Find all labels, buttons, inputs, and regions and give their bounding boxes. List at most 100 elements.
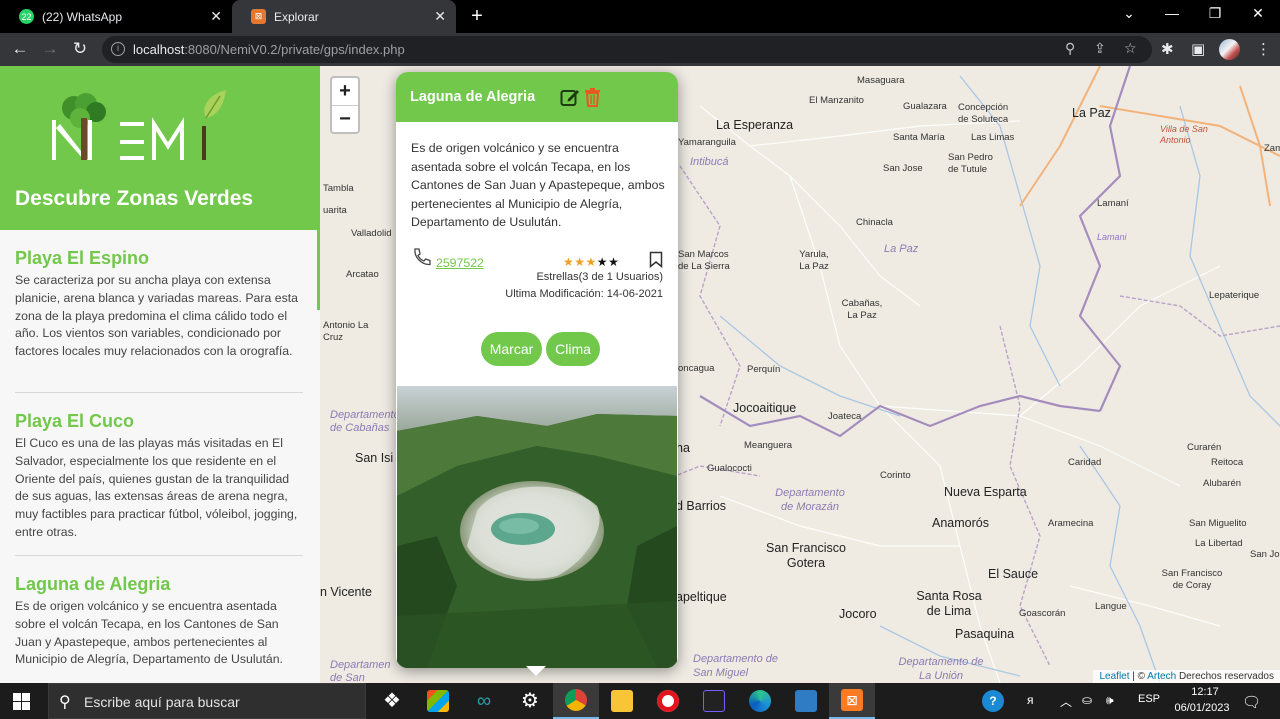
help-icon[interactable]: ? [982,690,1004,712]
taskbar-dropbox[interactable]: ❖ [369,683,415,719]
edit-icon[interactable] [560,87,580,107]
map-label: San Miguelito [1189,518,1247,529]
map-label: San Marcos de La Sierra [678,249,730,272]
map-label: La Paz [1072,106,1111,120]
taskbar-chrome[interactable] [553,683,599,719]
place-item[interactable]: Laguna de Alegria Es de origen volcánico… [15,574,303,669]
map-label: Departamento de San Miguel [693,653,778,679]
chrome-icon [565,689,587,711]
new-tab-button[interactable]: + [466,4,488,28]
side-panel-icon[interactable]: ▣ [1191,40,1205,58]
zoom-in-button[interactable]: + [332,78,358,105]
star-filled-icon[interactable]: ★ [563,255,574,269]
leaflet-link[interactable]: Leaflet [1099,671,1129,682]
taskbar-remote[interactable] [783,683,829,719]
map-label: Alubarén [1203,478,1242,489]
restore-button[interactable]: ❐ [1205,5,1225,22]
back-button[interactable]: ← [9,38,31,60]
close-window-button[interactable]: ✕ [1248,5,1268,22]
close-tab-icon[interactable]: ✕ [210,8,222,25]
taskbar-explorer[interactable] [599,683,645,719]
popup-tip [526,666,546,676]
map-label: Arcatao [346,269,379,280]
tray-chevron-icon[interactable]: ︿ [1060,693,1072,710]
language-indicator[interactable]: ESP [1138,693,1160,705]
popup-title: Laguna de Alegria [410,89,536,105]
forward-button[interactable]: → [39,38,61,60]
mark-button[interactable]: Marcar [481,332,542,366]
trash-icon[interactable] [584,87,601,107]
notifications-icon[interactable]: 🗨 [1242,693,1261,711]
bookmark-star-icon[interactable]: ☆ [1124,40,1137,57]
volume-icon[interactable]: 🕪 [1106,693,1114,708]
clock-time[interactable]: 12:17 [1182,686,1228,698]
media-player-icon [703,690,725,712]
popup-description: Es de origen volcánico y se encuentra as… [411,141,665,229]
map-label: Departamento de Morazán [775,487,845,513]
sidebar: Descubre Zonas Verdes Playa El Espino Se… [0,66,320,683]
map-label: n Vicente [320,585,372,599]
place-item[interactable]: Playa El Cuco El Cuco es una de las play… [15,411,303,542]
nemi-favicon-icon: ⊠ [251,9,266,24]
share-icon[interactable]: ⇪ [1094,40,1106,57]
tab-search-chevron-icon[interactable]: ⌄ [1119,5,1139,22]
clock-date[interactable]: 06/01/2023 [1170,702,1234,714]
map-label: Tambla [323,183,354,194]
search-placeholder: Escribe aquí para buscar [84,694,240,710]
close-tab-icon[interactable]: ✕ [434,8,446,25]
taskbar-search[interactable]: ⚲ Escribe aquí para buscar [48,683,366,719]
taskbar-edge[interactable] [737,683,783,719]
map-label: Lamani [1097,232,1127,242]
taskbar-media[interactable] [691,683,737,719]
map-label: Zamb [1264,143,1280,154]
network-icon[interactable]: ⛀ [1082,693,1092,707]
place-name[interactable]: Playa El Cuco [15,411,303,432]
place-name[interactable]: Playa El Espino [15,248,303,269]
tab-explorar[interactable]: ⊠ Explorar ✕ [232,0,456,33]
reload-button[interactable]: ↻ [69,38,91,60]
taskbar-opera[interactable] [645,683,691,719]
minimize-button[interactable]: — [1162,5,1182,21]
weather-button[interactable]: Clima [546,332,600,366]
place-name[interactable]: Laguna de Alegria [15,574,303,595]
map-label: Cabañas, La Paz [841,298,883,321]
map-label: Lepaterique [1209,290,1260,301]
taskbar-xampp[interactable]: ⊠ [829,683,875,719]
windows-taskbar: ⚲ Escribe aquí para buscar ❖ ∞ ⚙ ⊠ ? ᴙ ︿… [0,683,1280,719]
taskbar-settings[interactable]: ⚙ [507,683,553,719]
bookmark-icon[interactable] [649,251,663,268]
zoom-out-button[interactable]: − [332,106,358,133]
tab-whatsapp[interactable]: 22 (22) WhatsApp ✕ [0,0,232,33]
phone-link[interactable]: 2597522 [436,256,484,270]
people-icon[interactable]: ᴙ [1027,693,1034,707]
windows-start-icon[interactable] [13,693,30,710]
location-icon[interactable]: ⚲ [1065,40,1075,57]
star-filled-icon[interactable]: ★ [574,255,585,269]
extensions-icon[interactable]: ✱ [1161,40,1174,58]
map-label: San Jose [883,163,923,174]
edge-icon [749,690,771,712]
artech-link[interactable]: Artech [1147,671,1176,682]
star-rating[interactable]: ★★★★★ [563,255,619,269]
taskbar-arduino[interactable]: ∞ [461,683,507,719]
site-info-icon[interactable]: i [111,42,125,56]
place-item[interactable]: Playa El Espino Se caracteriza por su an… [15,248,303,361]
map-label: El Sauce [988,567,1039,581]
profile-avatar[interactable] [1219,39,1240,60]
star-empty-icon[interactable]: ★ [608,255,619,269]
infinity-icon: ∞ [476,690,492,712]
map-label: San Pedro de Tutule [948,152,993,175]
star-filled-icon[interactable]: ★ [586,255,597,269]
tab-title: (22) WhatsApp [42,9,123,24]
map-label: Langue [1095,601,1127,612]
map-label: El Manzanito [809,95,864,106]
map-label: La Libertad [1195,538,1243,549]
map-label: Gualococti [707,463,752,474]
divider [15,555,303,556]
address-bar[interactable]: i localhost:8080/NemiV0.2/private/gps/in… [102,36,1152,63]
star-empty-icon[interactable]: ★ [597,255,608,269]
taskbar-store[interactable] [415,683,461,719]
menu-kebab-icon[interactable]: ⋮ [1256,40,1271,58]
last-modified: Ultima Modificación: 14-06-2021 [505,288,663,300]
popup-header: Laguna de Alegria [396,72,678,122]
